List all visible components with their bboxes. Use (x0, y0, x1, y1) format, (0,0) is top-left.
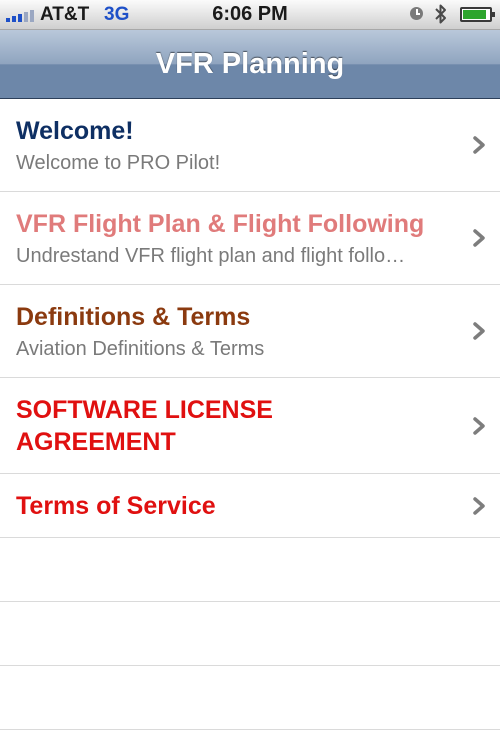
empty-row (0, 602, 500, 666)
clock-icon (410, 7, 423, 20)
chevron-right-icon (473, 497, 485, 515)
list-item-subtitle: Welcome to PRO Pilot! (16, 152, 221, 174)
list-item-title: Welcome! (16, 117, 134, 145)
list-item-welcome[interactable]: Welcome! Welcome to PRO Pilot! (0, 99, 500, 192)
list-item-subtitle: Aviation Definitions & Terms (16, 338, 265, 360)
chevron-right-icon (473, 417, 485, 435)
list-item-title: Terms of Service (16, 492, 216, 520)
nav-title: VFR Planning (155, 48, 345, 80)
list-item-subtitle: Undrestand VFR flight plan and flight fo… (16, 245, 406, 267)
list-item-title: Definitions & Terms (16, 303, 251, 331)
menu-list: Welcome! Welcome to PRO Pilot! VFR Fligh… (0, 99, 500, 730)
list-item-vfr-flight-plan[interactable]: VFR Flight Plan & Flight Following Undre… (0, 192, 500, 285)
empty-row (0, 538, 500, 602)
chevron-right-icon (473, 322, 485, 340)
navigation-bar: VFR Planning (0, 30, 500, 99)
status-time: 6:06 PM (212, 3, 288, 25)
bluetooth-icon (435, 4, 446, 24)
list-item-title: SOFTWARE LICENSE AGREEMENT (16, 396, 273, 456)
list-item-terms-of-service[interactable]: Terms of Service (0, 474, 500, 538)
list-item-definitions[interactable]: Definitions & Terms Aviation Definitions… (0, 285, 500, 378)
chevron-right-icon (473, 136, 485, 154)
status-bar: AT&T 3G 6:06 PM (0, 0, 500, 30)
battery-icon (460, 7, 495, 22)
chevron-right-icon (473, 229, 485, 247)
empty-row (0, 666, 500, 730)
screen: AT&T 3G 6:06 PM VFR Planning Welcome! We… (0, 0, 500, 750)
list-item-title: VFR Flight Plan & Flight Following (16, 210, 425, 238)
list-item-software-license[interactable]: SOFTWARE LICENSE AGREEMENT (0, 378, 500, 474)
